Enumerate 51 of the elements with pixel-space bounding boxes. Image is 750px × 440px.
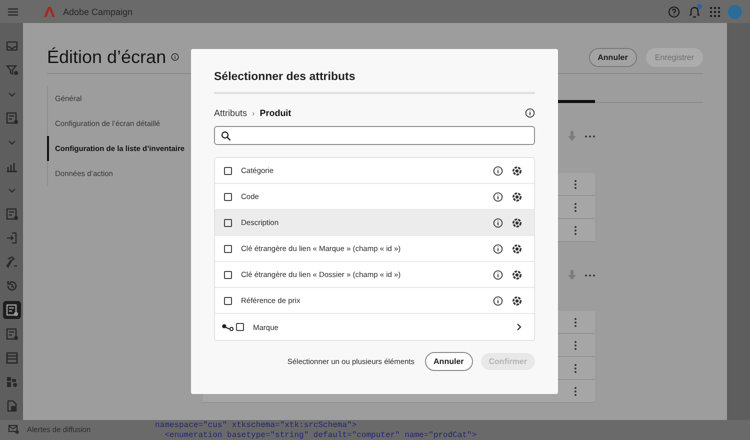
more-icon[interactable] xyxy=(574,318,576,326)
bell-icon[interactable] xyxy=(688,4,702,18)
info-icon[interactable] xyxy=(493,296,503,306)
info-icon[interactable] xyxy=(493,166,503,176)
info-icon[interactable] xyxy=(493,244,503,254)
mail-icon[interactable] xyxy=(8,424,19,434)
checkbox[interactable] xyxy=(236,323,244,331)
gear-icon[interactable] xyxy=(512,218,522,228)
product-name: Adobe Campaign xyxy=(63,6,133,16)
more-icon[interactable] xyxy=(574,226,576,234)
breadcrumb-link[interactable]: Attributs xyxy=(214,108,248,118)
checkbox[interactable] xyxy=(224,218,232,226)
checkbox[interactable] xyxy=(224,270,232,278)
checkbox[interactable] xyxy=(224,244,232,252)
more-icon[interactable] xyxy=(585,274,595,276)
chevron-icon[interactable] xyxy=(516,323,522,331)
search-field[interactable] xyxy=(214,126,535,145)
checkbox[interactable] xyxy=(224,192,232,200)
breadcrumb-link[interactable]: Produit xyxy=(260,108,292,118)
code-line: namespace="cus" xtkschema="xtk:srcSchema"> xyxy=(155,421,358,431)
menu-icon[interactable] xyxy=(8,8,18,16)
page-title: Édition d’écran xyxy=(47,46,166,68)
info-icon[interactable] xyxy=(525,108,535,118)
help-icon[interactable] xyxy=(668,6,680,18)
logo-icon xyxy=(44,6,55,16)
gear-icon[interactable] xyxy=(512,270,522,280)
info-icon[interactable] xyxy=(493,270,503,280)
apps-grid-icon[interactable] xyxy=(710,6,720,16)
checkbox[interactable] xyxy=(224,166,232,174)
separator-icon: › xyxy=(252,108,255,118)
checkbox[interactable] xyxy=(224,296,232,304)
more-icon[interactable] xyxy=(574,364,576,372)
cancel-button[interactable]: Annuler xyxy=(424,352,473,371)
gear-icon[interactable] xyxy=(512,192,522,202)
info-icon[interactable] xyxy=(493,192,503,202)
more-icon[interactable] xyxy=(574,180,576,188)
more-icon[interactable] xyxy=(585,134,595,138)
gear-icon[interactable] xyxy=(512,166,522,176)
nav-icon[interactable] xyxy=(2,301,20,319)
more-icon[interactable] xyxy=(574,386,576,396)
gear-icon[interactable] xyxy=(512,296,522,306)
more-icon[interactable] xyxy=(574,340,576,350)
cancel-button[interactable]: Annuler xyxy=(588,48,637,66)
link-icon xyxy=(222,324,234,330)
dialog-title: Sélectionner des attributs xyxy=(214,71,356,85)
more-icon[interactable] xyxy=(574,202,576,212)
help-icon[interactable] xyxy=(171,53,180,61)
search-icon xyxy=(221,130,231,140)
code-line: <enumeration basetype="string" default="computer" name="prodCat"> xyxy=(164,431,477,440)
gear-icon[interactable] xyxy=(512,244,522,254)
info-icon[interactable] xyxy=(493,218,503,228)
